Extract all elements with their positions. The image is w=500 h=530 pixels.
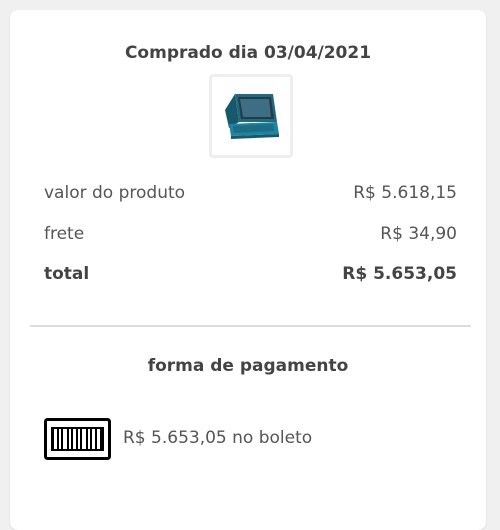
payment-method-title: forma de pagamento <box>147 356 349 376</box>
total-amount: R$ 5.653,05 <box>342 264 457 284</box>
total-row: total R$ 5.653,05 <box>44 262 457 286</box>
product-value-label: valor do produto <box>44 183 186 203</box>
product-value-amount: R$ 5.618,15 <box>353 183 457 203</box>
payment-description: R$ 5.653,05 no boleto <box>123 428 313 448</box>
shipping-row: frete R$ 34,90 <box>44 222 457 246</box>
section-divider <box>30 325 471 327</box>
barcode-icon <box>44 418 111 460</box>
total-label: total <box>44 264 90 284</box>
order-details-card: Comprado dia 03/04/2021 valor do produto… <box>10 10 486 530</box>
shipping-label: frete <box>44 224 85 244</box>
product-thumbnail[interactable] <box>209 74 293 158</box>
purchase-date-title: Comprado dia 03/04/2021 <box>124 43 372 63</box>
product-value-row: valor do produto R$ 5.618,15 <box>44 181 457 205</box>
shipping-amount: R$ 34,90 <box>380 224 457 244</box>
laptop-image <box>225 94 279 139</box>
